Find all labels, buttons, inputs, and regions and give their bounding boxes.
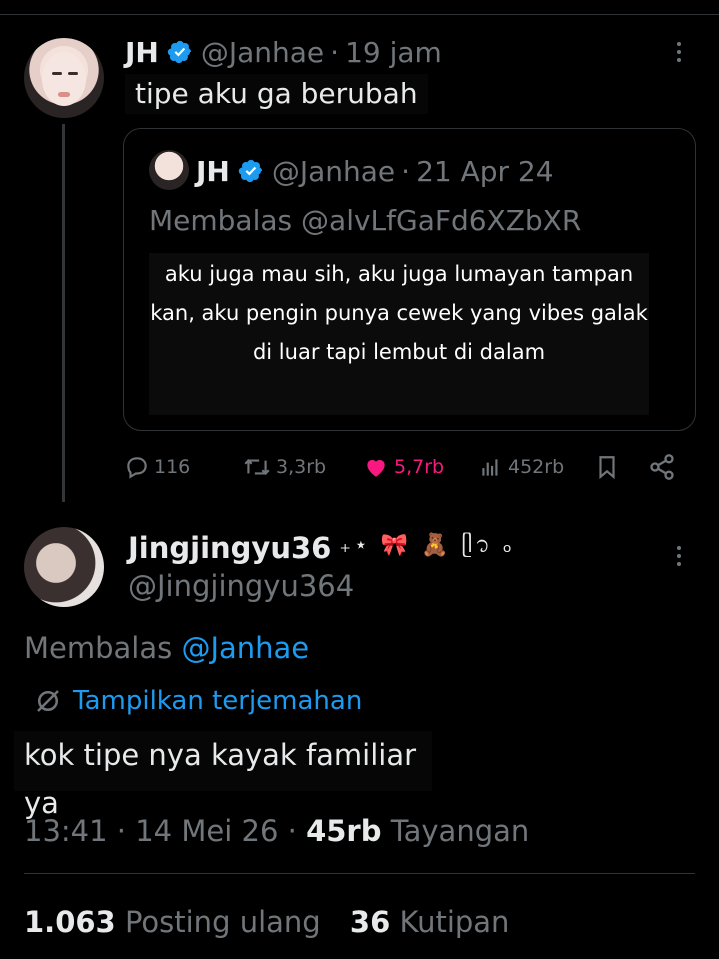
reply-header: Jingjingyu36 ₊⋆ 🎀 🧸 ᥫ᭡ ₒ [128,528,515,568]
top-divider [0,14,719,15]
translate-label: Tampilkan terjemahan [73,686,363,716]
replying-to: Membalas @alvLfGaFd6XZbXR [149,201,581,241]
quotes-stat[interactable]: 36 Kutipan [350,905,510,939]
reply-button[interactable]: 116 [124,448,190,486]
share-button[interactable] [648,448,680,486]
action-bar: 116 3,3rb 5,7rb 452rb [124,448,689,486]
quoted-header: JH @Janhae · 21 Apr 24 [196,151,554,191]
reply-icon [127,457,147,479]
translate-button[interactable]: Tampilkan terjemahan [33,684,362,718]
replying-prefix: Membalas [149,204,293,237]
repost-icon [244,459,270,475]
engagement-stats: 1.063 Posting ulang 36 Kutipan [24,902,509,942]
bookmark-button[interactable] [594,448,624,486]
views-label: Tayangan [390,814,530,848]
timestamp: 21 Apr 24 [416,154,554,188]
more-options-icon[interactable] [674,42,684,66]
separator: · [287,814,297,848]
verified-badge-icon [167,40,191,64]
avatar-eye [68,72,78,75]
display-name: JH [196,154,230,188]
post-date[interactable]: 14 Mei 26 [135,814,278,848]
handle[interactable]: @Jingjingyu364 [128,568,354,604]
tweet-text: tipe aku ga berubah [125,74,428,114]
handle: @Janhae [271,154,396,188]
avatar-lips [58,92,70,97]
reply-text: kok tipe nya kayak familiar ya [14,731,432,820]
reposts-stat[interactable]: 1.063 Posting ulang [24,905,321,939]
quoted-text: aku juga mau sih, aku juga lumayan tampa… [149,253,649,415]
thread-connector-line [62,124,65,502]
quoted-tweet[interactable]: JH @Janhae · 21 Apr 24 Membalas @alvLfGa… [123,128,696,431]
avatar [149,150,189,190]
repost-button[interactable]: 3,3rb [242,448,326,486]
replying-to: Membalas @Janhae [24,629,309,667]
quotes-count: 36 [349,905,391,939]
like-count: 5,7rb [394,456,445,478]
avatar-eye [52,72,62,75]
reply-count: 116 [154,456,191,478]
avatar-face [42,52,86,106]
display-name[interactable]: JH [125,36,159,69]
post-time[interactable]: 13:41 [24,814,108,848]
repost-count: 3,3rb [276,456,327,478]
quotes-label: Kutipan [399,905,510,939]
divider [24,873,695,874]
tweet-header: JH @Janhae · 19 jam [125,34,442,70]
tweet-meta: 13:41 · 14 Mei 26 · 45rb Tayangan [24,812,529,850]
display-name[interactable]: Jingjingyu36 [128,531,331,565]
heart-icon [367,459,385,477]
reposts-count: 1.063 [24,905,116,939]
timestamp[interactable]: 19 jam [345,36,442,69]
share-icon [650,454,674,480]
separator: · [330,35,340,69]
avatar[interactable] [24,38,104,118]
views-count: 45rb [306,814,382,848]
handle[interactable]: @Janhae [201,36,324,69]
more-options-icon[interactable] [674,546,684,570]
separator: · [401,154,411,188]
views-button[interactable]: 452rb [478,448,564,486]
replying-handle-link[interactable]: @Janhae [181,631,309,665]
like-button[interactable]: 5,7rb [362,448,444,486]
views-count: 452rb [508,456,565,478]
verified-badge-icon [238,159,262,183]
replying-handle: @alvLfGaFd6XZbXR [301,204,582,237]
replying-prefix: Membalas [24,631,173,665]
name-emojis: ₊⋆ 🎀 🧸 ᥫ᭡ ₒ [339,533,515,558]
analytics-icon [482,459,498,476]
bookmark-icon [599,456,615,480]
avatar[interactable] [24,527,104,607]
translate-icon [37,690,59,712]
separator: · [116,814,127,848]
reposts-label: Posting ulang [124,905,321,939]
